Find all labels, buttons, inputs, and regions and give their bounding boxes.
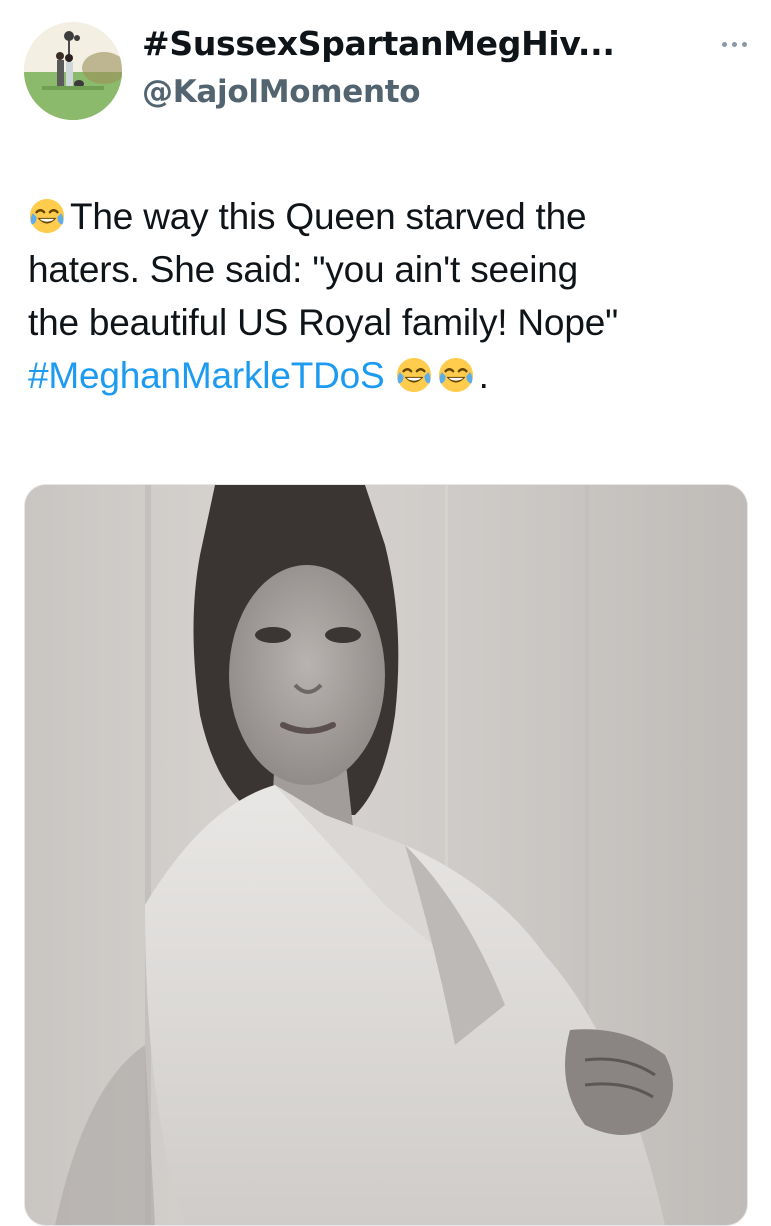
- tweet-text-line-3: the beautiful US Royal family! Nope": [28, 302, 619, 343]
- tweet-text-line-4: #MeghanMarkleTDoS .: [28, 349, 748, 402]
- tweet-photo[interactable]: [24, 484, 748, 1226]
- author-names: #SussexSpartanMegHiv... @KajolMomento: [142, 24, 702, 112]
- more-horizontal-icon[interactable]: [714, 30, 754, 58]
- face-with-tears-of-joy-icon: [396, 357, 431, 393]
- tweet-header: #SussexSpartanMegHiv... @KajolMomento: [24, 22, 754, 122]
- face-with-tears-of-joy-icon: [29, 198, 65, 234]
- avatar[interactable]: [24, 22, 122, 120]
- tweet-text-line-1: The way this Queen starved the: [70, 196, 587, 237]
- user-handle[interactable]: @KajolMomento: [142, 72, 702, 112]
- face-with-tears-of-joy-icon: [438, 357, 473, 393]
- tweet-card: #SussexSpartanMegHiv... @KajolMomento Th…: [0, 0, 771, 1226]
- tweet-text-line: The way this Queen starved the: [28, 190, 748, 243]
- hashtag-link[interactable]: #MeghanMarkleTDoS: [28, 355, 385, 396]
- tweet-text-line-2: haters. She said: "you ain't seeing: [28, 249, 579, 290]
- display-name[interactable]: #SussexSpartanMegHiv...: [142, 24, 702, 64]
- tweet-text: The way this Queen starved the haters. S…: [28, 190, 748, 402]
- trailing-punctuation: .: [478, 355, 489, 396]
